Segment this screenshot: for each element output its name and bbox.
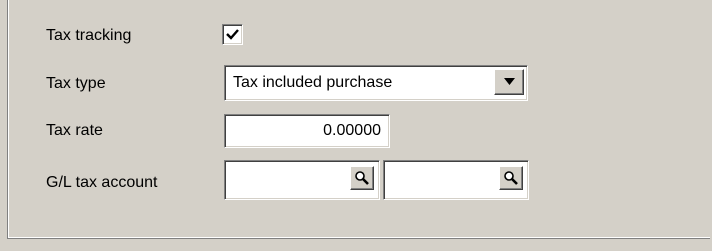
tax-tracking-checkbox[interactable] (222, 24, 243, 45)
gl-tax-account-input-2[interactable] (383, 160, 529, 200)
tax-type-dropdown-button[interactable] (494, 69, 524, 95)
gl-tax-account-label: G/L tax account (46, 174, 158, 191)
tax-type-selected-value: Tax included purchase (233, 74, 393, 91)
tax-type-label: Tax type (46, 75, 106, 92)
magnifier-icon (355, 171, 369, 185)
tax-rate-label: Tax rate (46, 122, 103, 139)
tax-tracking-label: Tax tracking (46, 27, 132, 44)
dropdown-arrow-icon (504, 78, 515, 85)
gl-tax-account-lookup-button-2[interactable] (499, 166, 523, 190)
magnifier-icon (504, 171, 518, 185)
gl-tax-account-input-1[interactable] (224, 160, 380, 200)
tax-rate-input[interactable]: 0.00000 (224, 114, 390, 148)
check-icon (226, 29, 239, 40)
tax-rate-value: 0.00000 (323, 122, 381, 139)
tax-type-select[interactable]: Tax included purchase (224, 65, 528, 101)
gl-tax-account-lookup-button-1[interactable] (350, 166, 374, 190)
